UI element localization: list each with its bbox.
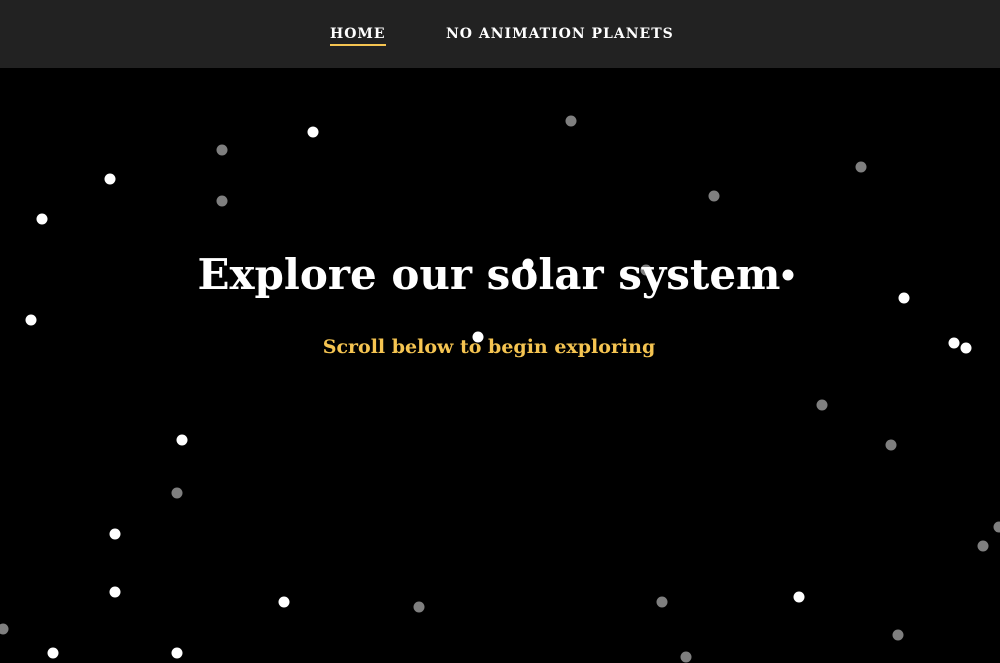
star-dot (47, 647, 59, 659)
hero-subtitle: Scroll below to begin exploring (322, 336, 656, 358)
hero-title: Explore our solar system (197, 250, 781, 299)
star-dot (892, 629, 904, 641)
star-dot (109, 586, 121, 598)
star-dot (816, 399, 828, 411)
nav-link-home-label: HOME (330, 26, 386, 42)
active-link-underline (330, 44, 386, 46)
star-dot (565, 115, 577, 127)
star-dot (977, 540, 989, 552)
star-dot (104, 173, 116, 185)
star-dot (0, 623, 9, 635)
star-dot (680, 651, 692, 663)
star-dot (993, 521, 1000, 533)
star-dot (656, 596, 668, 608)
star-dot (216, 144, 228, 156)
star-dot (793, 591, 805, 603)
star-dot (708, 190, 720, 202)
star-dot (171, 647, 183, 659)
star-dot (216, 195, 228, 207)
nav-link-home[interactable]: HOME (330, 26, 386, 46)
star-dot (307, 126, 319, 138)
starfield (0, 115, 1000, 663)
star-dot (885, 439, 897, 451)
star-dot (36, 213, 48, 225)
nav-link-no-animation-planets[interactable]: NO ANIMATION PLANETS (446, 26, 674, 42)
nav-link-no-animation-planets-label: NO ANIMATION PLANETS (446, 26, 674, 42)
star-dot (25, 314, 37, 326)
star-dot (176, 434, 188, 446)
top-navbar: HOME NO ANIMATION PLANETS (0, 0, 1000, 68)
star-dot (413, 601, 425, 613)
star-dot (109, 528, 121, 540)
star-dot (171, 487, 183, 499)
star-dot (278, 596, 290, 608)
star-dot (855, 161, 867, 173)
